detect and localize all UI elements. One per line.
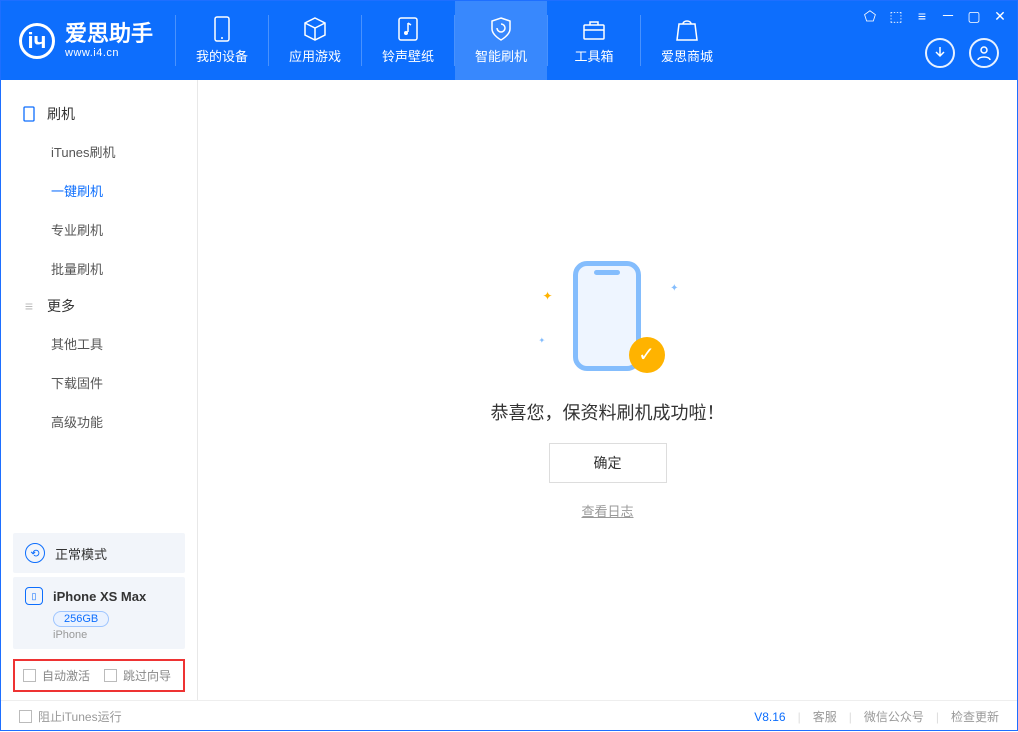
ok-button[interactable]: 确定 [549, 443, 667, 483]
sidebar-item-oneclick-flash[interactable]: 一键刷机 [1, 171, 197, 210]
tab-my-device[interactable]: 我的设备 [176, 1, 268, 80]
view-log-link[interactable]: 查看日志 [581, 501, 633, 520]
tab-apps-games[interactable]: 应用游戏 [269, 1, 361, 80]
checkbox-block-itunes[interactable]: 阻止iTunes运行 [19, 708, 122, 725]
tab-label: 我的设备 [196, 46, 248, 65]
sidebar-item-itunes-flash[interactable]: iTunes刷机 [1, 132, 197, 171]
storage-badge: 256GB [53, 611, 109, 627]
bag-icon [674, 16, 700, 42]
footer-link-update[interactable]: 检查更新 [951, 708, 999, 725]
maximize-icon[interactable]: ▢ [965, 7, 983, 25]
top-tabs: 我的设备 应用游戏 铃声壁纸 智能刷机 工具箱 爱思商城 [176, 1, 733, 80]
device-type: iPhone [53, 629, 173, 641]
group-title: 更多 [47, 296, 75, 316]
toolbox-icon [581, 16, 607, 42]
version-label: V8.16 [754, 710, 785, 724]
checkbox-icon [104, 669, 117, 682]
minimize-icon[interactable]: － [939, 7, 957, 25]
app-logo-icon: iч [19, 23, 55, 59]
app-title: 爱思助手 [65, 22, 153, 46]
tab-store[interactable]: 爱思商城 [641, 1, 733, 80]
menu-icon[interactable]: ≡ [913, 7, 931, 25]
logo-area: iч 爱思助手 www.i4.cn [1, 1, 175, 80]
tab-label: 铃声壁纸 [382, 46, 434, 65]
footer-bar: 阻止iTunes运行 V8.16 | 客服 | 微信公众号 | 检查更新 [1, 700, 1017, 732]
divider: | [798, 710, 801, 724]
tab-smart-flash[interactable]: 智能刷机 [455, 1, 547, 80]
tab-label: 智能刷机 [475, 46, 527, 65]
device-name: iPhone XS Max [53, 589, 146, 604]
app-subtitle: www.i4.cn [65, 47, 153, 59]
mode-box[interactable]: ⟲ 正常模式 [13, 533, 185, 573]
sidebar-bottom: ⟲ 正常模式 ▯ iPhone XS Max 256GB iPhone 自动激活 [1, 529, 197, 700]
mode-label: 正常模式 [55, 544, 107, 563]
close-icon[interactable]: ✕ [991, 7, 1009, 25]
refresh-icon: ⟲ [25, 543, 45, 563]
checkbox-label: 跳过向导 [123, 667, 171, 684]
window-controls: ⬠ ⬚ ≡ － ▢ ✕ [861, 7, 1009, 25]
tab-label: 工具箱 [575, 46, 614, 65]
shirt-icon[interactable]: ⬠ [861, 7, 879, 25]
sidebar-item-other-tools[interactable]: 其他工具 [1, 324, 197, 363]
sidebar-item-pro-flash[interactable]: 专业刷机 [1, 210, 197, 249]
checkmark-badge-icon: ✓ [629, 337, 665, 373]
checkbox-auto-activate[interactable]: 自动激活 [23, 667, 90, 684]
device-box[interactable]: ▯ iPhone XS Max 256GB iPhone [13, 577, 185, 649]
download-icon[interactable] [925, 38, 955, 68]
sparkle-icon: ✦ [543, 289, 553, 303]
list-icon: ≡ [21, 298, 37, 314]
device-icon [209, 16, 235, 42]
lock-icon[interactable]: ⬚ [887, 7, 905, 25]
header-bar: iч 爱思助手 www.i4.cn 我的设备 应用游戏 铃声壁纸 智能刷机 工 [1, 1, 1017, 80]
main-content: ✦ ✦ ✦ ✓ 恭喜您，保资料刷机成功啦！ 确定 查看日志 [198, 80, 1017, 700]
shield-icon [488, 16, 514, 42]
user-icon[interactable] [969, 38, 999, 68]
sidebar-item-batch-flash[interactable]: 批量刷机 [1, 249, 197, 288]
sidebar-group-more: ≡ 更多 [1, 288, 197, 324]
phone-small-icon: ▯ [25, 587, 43, 605]
checkbox-label: 自动激活 [42, 667, 90, 684]
flash-options-highlighted: 自动激活 跳过向导 [13, 659, 185, 692]
tab-label: 爱思商城 [661, 46, 713, 65]
sparkle-icon: ✦ [670, 283, 678, 294]
divider: | [936, 710, 939, 724]
checkbox-icon [23, 669, 36, 682]
success-message: 恭喜您，保资料刷机成功啦！ [491, 399, 725, 425]
tab-toolbox[interactable]: 工具箱 [548, 1, 640, 80]
sidebar: 刷机 iTunes刷机 一键刷机 专业刷机 批量刷机 ≡ 更多 其他工具 下载固… [1, 80, 198, 700]
sidebar-item-download-firmware[interactable]: 下载固件 [1, 363, 197, 402]
device-row: ▯ iPhone XS Max [25, 587, 173, 605]
footer-link-wechat[interactable]: 微信公众号 [864, 708, 924, 725]
divider: | [849, 710, 852, 724]
body: 刷机 iTunes刷机 一键刷机 专业刷机 批量刷机 ≡ 更多 其他工具 下载固… [1, 80, 1017, 700]
header-actions [925, 38, 999, 68]
sidebar-group-flash: 刷机 [1, 96, 197, 132]
tab-label: 应用游戏 [289, 46, 341, 65]
tab-ringtone-wallpaper[interactable]: 铃声壁纸 [362, 1, 454, 80]
music-icon [395, 16, 421, 42]
checkbox-skip-guide[interactable]: 跳过向导 [104, 667, 171, 684]
footer-link-support[interactable]: 客服 [813, 708, 837, 725]
checkbox-label: 阻止iTunes运行 [38, 708, 122, 725]
group-title: 刷机 [47, 104, 75, 124]
sidebar-item-advanced[interactable]: 高级功能 [1, 402, 197, 441]
cube-icon [302, 16, 328, 42]
checkbox-icon [19, 710, 32, 723]
phone-icon [21, 106, 37, 122]
sparkle-icon: ✦ [539, 336, 546, 345]
footer-right: V8.16 | 客服 | 微信公众号 | 检查更新 [754, 708, 999, 725]
logo-text: 爱思助手 www.i4.cn [65, 22, 153, 58]
success-illustration: ✦ ✦ ✦ ✓ [533, 261, 683, 381]
